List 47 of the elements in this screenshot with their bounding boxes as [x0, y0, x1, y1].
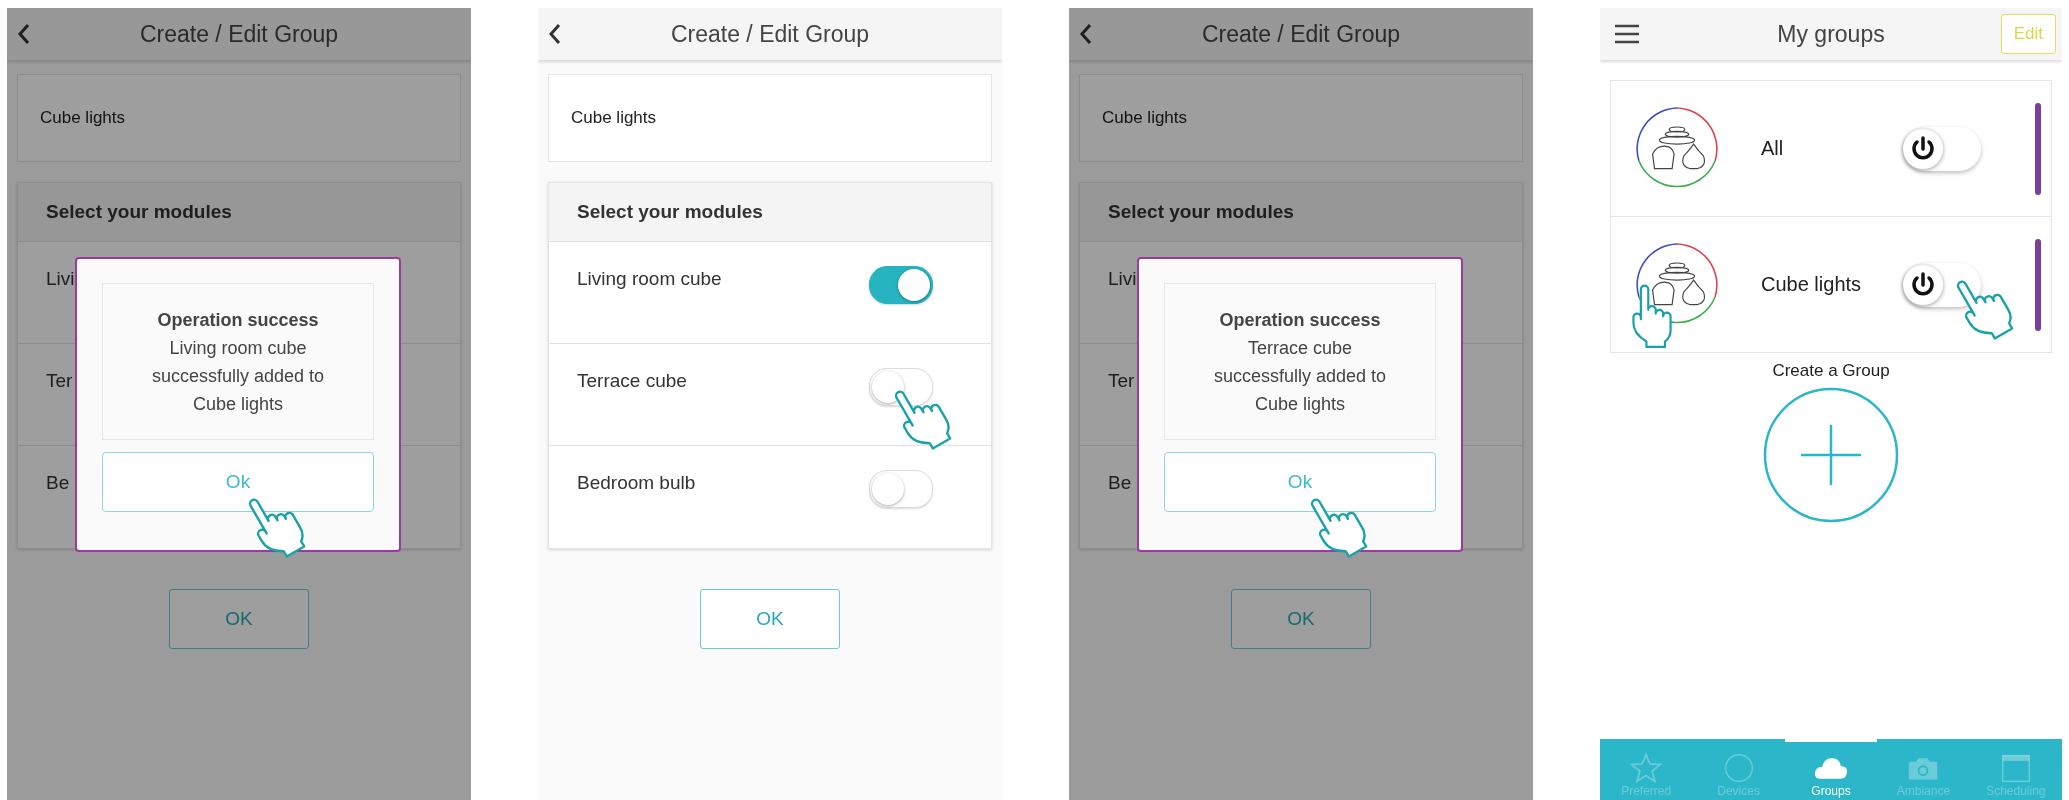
screen-title: Create / Edit Group: [670, 20, 870, 48]
section-heading: Select your modules: [1080, 183, 1522, 242]
module-name: Livi: [46, 268, 75, 290]
module-name: Be: [1108, 472, 1132, 494]
toggle-switch[interactable]: [869, 266, 933, 304]
tab[interactable]: Ambiance: [1877, 739, 1970, 800]
back-icon[interactable]: [1079, 22, 1093, 46]
tab[interactable]: Devices: [1692, 739, 1785, 800]
ok-button[interactable]: OK: [700, 589, 840, 649]
dialog-message: Terrace cube successfully added to Cube lights: [1212, 336, 1388, 416]
ok-button[interactable]: Ok: [102, 452, 374, 512]
module-name: Livi: [1108, 268, 1137, 290]
power-toggle[interactable]: [1903, 126, 1981, 171]
name-field[interactable]: Cube lights: [548, 74, 992, 162]
tab[interactable]: Scheduling: [1969, 739, 2062, 800]
dialog-message: Living room cube successfully added to Cube lights: [150, 336, 326, 416]
edit-button[interactable]: Edit: [2000, 14, 2056, 54]
screen-title: Create / Edit Group: [1201, 20, 1401, 48]
screen-title: My groups: [1777, 20, 1885, 48]
back-icon[interactable]: [548, 22, 562, 46]
screen-title: Create / Edit Group: [139, 20, 339, 48]
power-icon: [1903, 264, 1943, 305]
module-name: Living room cube: [577, 268, 722, 290]
group-name: All: [1761, 137, 1785, 160]
module-name: Ter: [46, 370, 73, 392]
module-name: Be: [46, 472, 70, 494]
ok-button[interactable]: OK: [1231, 589, 1371, 649]
module-name: Bedroom bulb: [577, 472, 696, 494]
tab[interactable]: Preferred: [1600, 739, 1693, 800]
ok-button[interactable]: Ok: [1164, 452, 1436, 512]
dialog-title: Operation success: [1219, 308, 1381, 332]
tab[interactable]: Groups: [1784, 739, 1878, 800]
section-heading: Select your modules: [549, 183, 991, 242]
dialog-title: Operation success: [157, 308, 319, 332]
group-name: Cube lights: [1761, 273, 1863, 296]
ok-button[interactable]: OK: [169, 589, 309, 649]
name-field[interactable]: Cube lights: [17, 74, 461, 162]
power-icon: [1903, 128, 1943, 169]
module-name: Terrace cube: [577, 370, 687, 392]
name-field[interactable]: Cube lights: [1079, 74, 1523, 162]
star-icon: [1628, 752, 1665, 784]
back-icon[interactable]: [17, 22, 31, 46]
create-label: Create a Group: [1772, 361, 1890, 381]
power-toggle[interactable]: [1903, 262, 1981, 307]
module-name: Ter: [1108, 370, 1135, 392]
section-heading: Select your modules: [18, 183, 460, 242]
menu-icon[interactable]: [1614, 24, 1640, 44]
